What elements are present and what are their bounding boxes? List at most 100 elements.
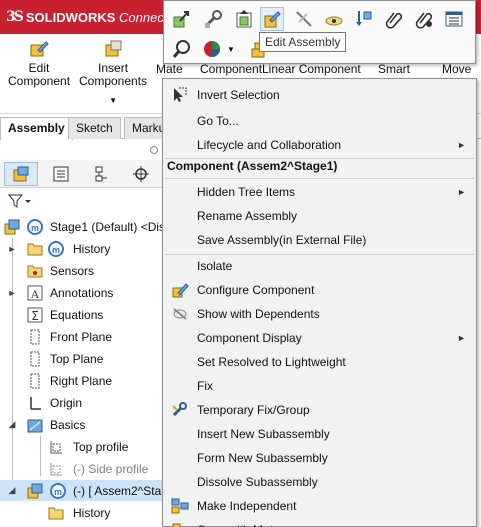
propertymanager-tab[interactable] [44, 162, 78, 186]
menu-item-rename-assembly[interactable]: Rename Assembly [163, 204, 476, 228]
edit-component-label-1: Edit [28, 61, 50, 75]
solidworks-logo-icon: 3S [6, 9, 24, 25]
featuremanager-tabs [0, 160, 165, 188]
dimxpert-tab[interactable] [124, 162, 158, 186]
attach-toolbar-button[interactable] [382, 7, 406, 31]
zoom-to-selection-toolbar-button[interactable] [170, 37, 194, 61]
submenu-arrow-icon: ► [457, 187, 466, 197]
link-toolbar-button[interactable] [412, 7, 436, 31]
menu-item-go-to[interactable]: Go To... [163, 109, 476, 133]
menu-item-form-new-subassembly[interactable]: Form New Subassembly [163, 446, 476, 470]
menu-item-hidden-tree-items[interactable]: Hidden Tree Items ► [163, 180, 476, 204]
move-button-clipped[interactable]: Move [442, 62, 471, 76]
menu-item-configure-component[interactable]: Configure Component [163, 278, 476, 302]
tree-item-history[interactable]: ► m History [0, 238, 170, 259]
insert-components-button[interactable]: Insert Components ▼ [79, 40, 147, 107]
properties-toolbar-button[interactable] [442, 7, 466, 31]
tree-item-sub-history[interactable]: History [0, 502, 170, 523]
panel-pin-icon[interactable] [150, 146, 158, 154]
menu-item-component-display[interactable]: Component Display ► [163, 326, 476, 350]
menu-item-lifecycle[interactable]: Lifecycle and Collaboration ► [163, 133, 476, 157]
equations-icon: Σ [27, 307, 43, 323]
insert-components-icon [103, 40, 123, 58]
tree-item-top-profile[interactable]: Top profile [0, 436, 170, 457]
edit-part-toolbar-button[interactable] [201, 7, 225, 31]
magnifier-icon [172, 40, 190, 58]
history-icon [48, 505, 64, 521]
appearance-color-icon [204, 41, 220, 57]
menu-item-insert-new-subassembly[interactable]: Insert New Subassembly [163, 422, 476, 446]
menu-item-label: Fix [197, 379, 213, 393]
show-hidden-toolbar-button[interactable] [322, 7, 346, 31]
open-part-toolbar-button[interactable] [232, 7, 256, 31]
origin-icon [27, 395, 43, 411]
menu-separator [165, 178, 474, 179]
tab-sketch[interactable]: Sketch [68, 117, 121, 139]
smart-button-clipped[interactable]: Smart [378, 62, 410, 76]
property-list-icon [53, 166, 69, 182]
linear-component-button-clipped[interactable]: Linear Component [262, 62, 361, 76]
tree-label: Top profile [73, 439, 129, 454]
tree-item-side-profile[interactable]: (-) Side profile [0, 458, 170, 479]
brand: 3S SOLIDWORKS Connec [6, 9, 164, 25]
paperclip-link-icon [415, 12, 433, 29]
svg-text:Σ: Σ [31, 309, 39, 323]
mates-badge-icon: m [27, 218, 43, 235]
tree-root[interactable]: m Stage1 (Default) <Dis [0, 216, 170, 237]
menu-item-set-lightweight[interactable]: Set Resolved to Lightweight [163, 350, 476, 374]
menu-item-label: Temporary Fix/Group [197, 403, 310, 417]
wrench-icon [205, 10, 222, 28]
menu-item-label: Save Assembly(in External File) [197, 233, 367, 247]
tree-item-right-plane[interactable]: Right Plane [0, 370, 170, 391]
edit-component-button[interactable]: Edit Component [8, 40, 70, 88]
open-part-icon [236, 10, 252, 28]
menu-item-temporary-fix[interactable]: Temporary Fix/Group [163, 398, 476, 422]
tree-label: (-) Side profile [73, 461, 149, 476]
tree-item-origin[interactable]: Origin [0, 392, 170, 413]
menu-item-label: Form New Subassembly [197, 451, 328, 465]
tree-item-sensors[interactable]: Sensors [0, 260, 170, 281]
tree-item-annotations[interactable]: ► A Annotations [0, 282, 170, 303]
expand-chevron-icon[interactable]: ► [7, 244, 17, 254]
mate-toolbar-button[interactable] [170, 7, 194, 31]
tree-label: Top Plane [50, 351, 104, 366]
mates-badge-icon: m [48, 240, 64, 257]
component-button-clipped[interactable]: Component [200, 62, 262, 76]
menu-item-label: Make Independent [197, 499, 297, 513]
menu-item-label: Rename Assembly [197, 209, 298, 223]
tree-item-basics[interactable]: ◢ Basics [0, 414, 170, 435]
hide-toolbar-button[interactable] [292, 7, 316, 31]
dropdown-arrow-icon[interactable]: ▼ [79, 94, 147, 107]
menu-item-make-independent[interactable]: Make Independent [163, 494, 476, 518]
menu-item-dissolve-subassembly[interactable]: Dissolve Subassembly [163, 470, 476, 494]
mate-button-clipped[interactable]: Mate [156, 62, 183, 76]
sketch-icon [48, 461, 64, 477]
tab-assembly[interactable]: Assembly [0, 117, 73, 140]
configurationmanager-tab[interactable] [84, 162, 118, 186]
expand-chevron-icon[interactable]: ► [7, 288, 17, 298]
menu-item-show-with-dependents[interactable]: Show with Dependents [163, 302, 476, 326]
menu-item-isolate[interactable]: Isolate [163, 254, 476, 278]
tree-item-top-plane[interactable]: Top Plane [0, 348, 170, 369]
svg-text:m: m [54, 487, 62, 497]
menu-item-fix[interactable]: Fix [163, 374, 476, 398]
appearance-toolbar-button[interactable] [200, 37, 224, 61]
tree-item-equations[interactable]: Σ Equations [0, 304, 170, 325]
appearance-dropdown[interactable]: ▼ [224, 37, 238, 61]
svg-text:A: A [31, 287, 40, 301]
submenu-arrow-icon: ► [457, 140, 466, 150]
menu-item-label: Set Resolved to Lightweight [197, 355, 346, 369]
featuremanager-tree-tab[interactable] [4, 162, 38, 186]
menu-item-save-assembly[interactable]: Save Assembly(in External File) [163, 228, 476, 252]
tree-item-subassembly[interactable]: ◢ m (-) [ Assem2^Sta [0, 480, 170, 501]
collapse-chevron-icon[interactable]: ◢ [7, 419, 17, 430]
menu-item-copy-with-mates[interactable]: Copy with Mates [163, 518, 476, 527]
collapse-chevron-icon[interactable]: ◢ [7, 485, 17, 496]
edit-assembly-toolbar-button[interactable] [260, 7, 284, 31]
menu-item-invert-selection[interactable]: Invert Selection [163, 83, 476, 107]
tree-label: Sensors [50, 263, 95, 278]
assembly-icon [4, 219, 20, 235]
rebuild-order-toolbar-button[interactable] [352, 7, 376, 31]
tree-filter[interactable] [7, 192, 34, 210]
tree-item-front-plane[interactable]: Front Plane [0, 326, 170, 347]
